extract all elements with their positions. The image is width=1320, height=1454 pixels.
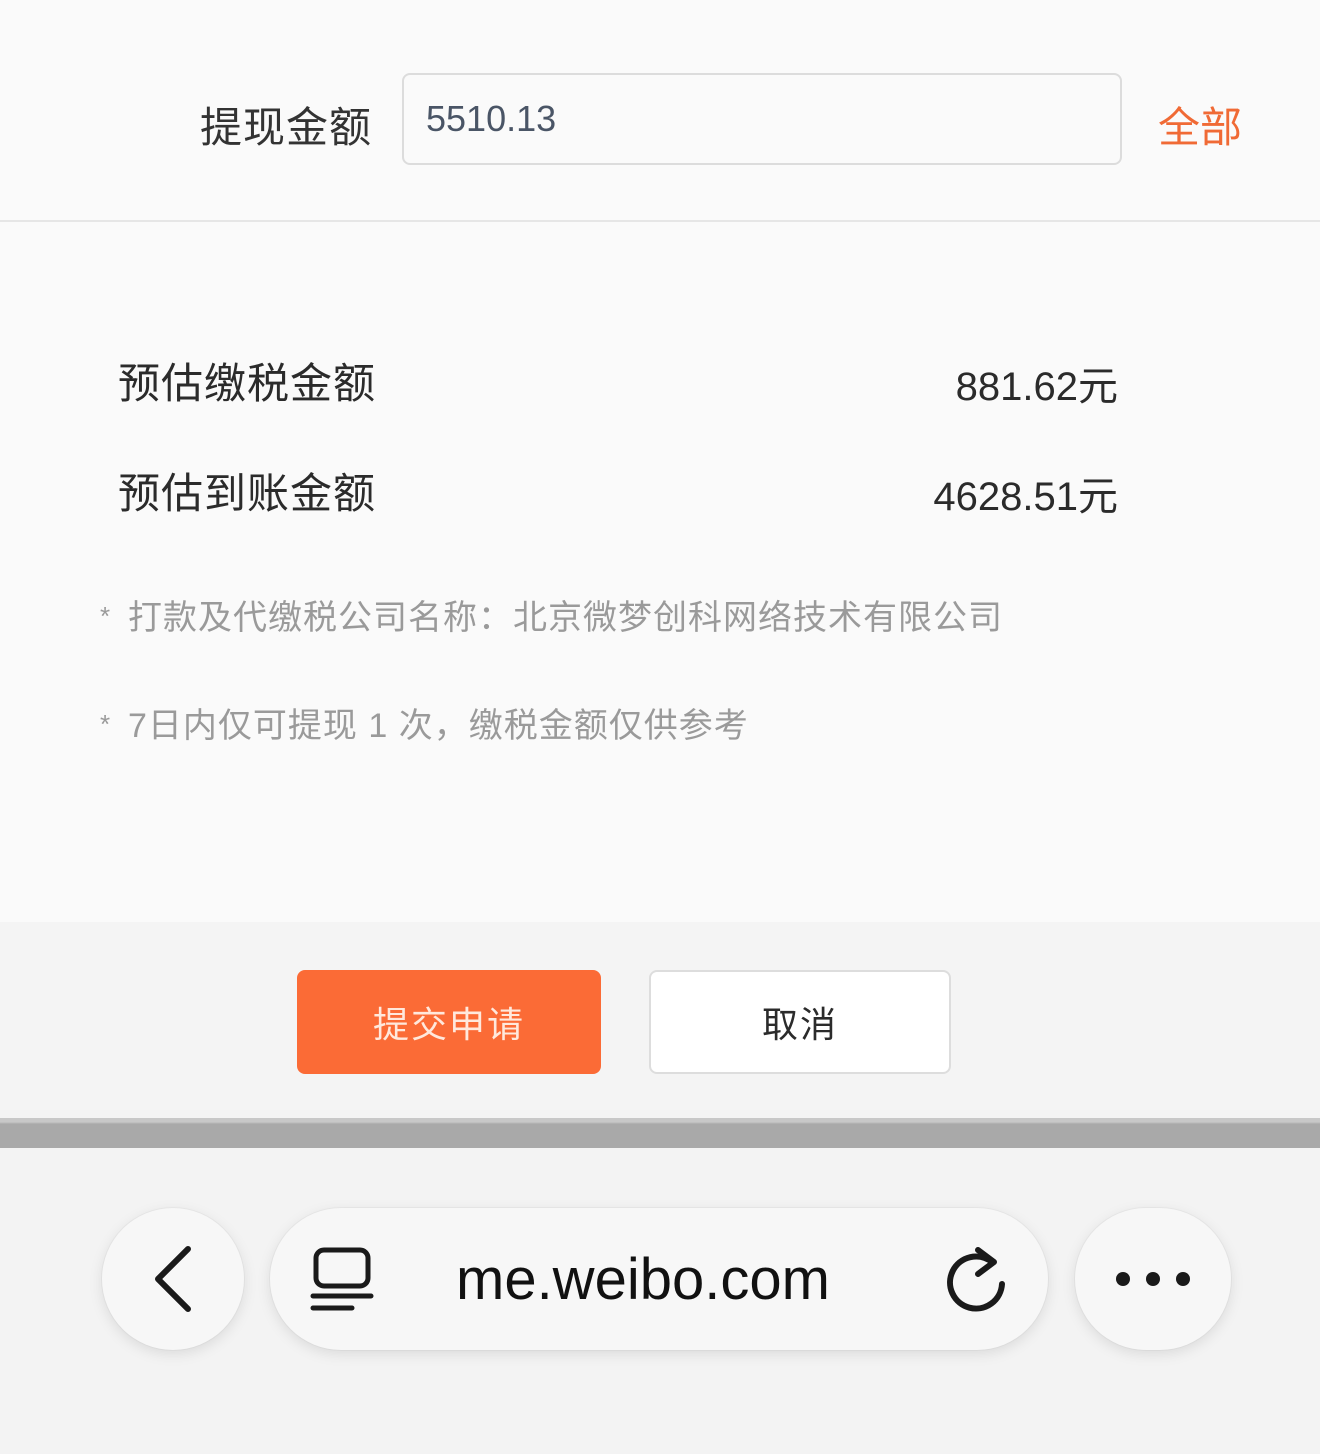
address-bar[interactable]: me.weibo.com bbox=[270, 1208, 1048, 1350]
back-button[interactable] bbox=[102, 1208, 244, 1350]
more-horizontal-icon bbox=[1116, 1272, 1190, 1286]
more-button[interactable] bbox=[1075, 1208, 1231, 1350]
chevron-left-icon bbox=[155, 1246, 191, 1312]
note-limit-text: 7日内仅可提现 1 次，缴税金额仅供参考 bbox=[128, 707, 749, 745]
page-bottom-edge bbox=[0, 1118, 1320, 1148]
estimated-arrival-value: 4628.51元 bbox=[933, 475, 1118, 519]
estimate-summary: 预估缴税金额 881.62元 预估到账金额 4628.51元 * 打款及代缴税公司… bbox=[0, 222, 1320, 922]
reader-mode-icon[interactable] bbox=[310, 1246, 374, 1312]
withdraw-all-link[interactable]: 全部 bbox=[1158, 94, 1242, 155]
note-company-text: 打款及代缴税公司名称：北京微梦创科网络技术有限公司 bbox=[128, 599, 1003, 637]
reload-icon[interactable] bbox=[942, 1244, 1012, 1314]
withdraw-amount-input[interactable] bbox=[402, 73, 1122, 165]
note-limit: * 7日内仅可提现 1 次，缴税金额仅供参考 bbox=[100, 698, 749, 747]
estimated-arrival-label: 预估到账金额 bbox=[118, 470, 377, 517]
estimated-tax-label: 预估缴税金额 bbox=[118, 360, 377, 407]
cancel-button[interactable]: 取消 bbox=[649, 970, 951, 1074]
note-company: * 打款及代缴税公司名称：北京微梦创科网络技术有限公司 bbox=[100, 590, 1003, 639]
withdraw-page: 提现金额 全部 预估缴税金额 881.62元 预估到账金额 4628.51元 *… bbox=[0, 0, 1320, 1454]
url-text[interactable]: me.weibo.com bbox=[456, 1246, 830, 1313]
estimated-tax-value: 881.62元 bbox=[955, 365, 1118, 409]
submit-application-button[interactable]: 提交申请 bbox=[297, 970, 601, 1074]
withdraw-amount-row: 提现金额 全部 bbox=[0, 0, 1320, 220]
note-asterisk: * bbox=[100, 601, 112, 631]
note-asterisk: * bbox=[100, 709, 112, 739]
browser-toolbar: me.weibo.com bbox=[0, 1148, 1320, 1454]
action-bar: 提交申请 取消 bbox=[0, 922, 1320, 1118]
withdraw-amount-label: 提现金额 bbox=[200, 104, 373, 151]
